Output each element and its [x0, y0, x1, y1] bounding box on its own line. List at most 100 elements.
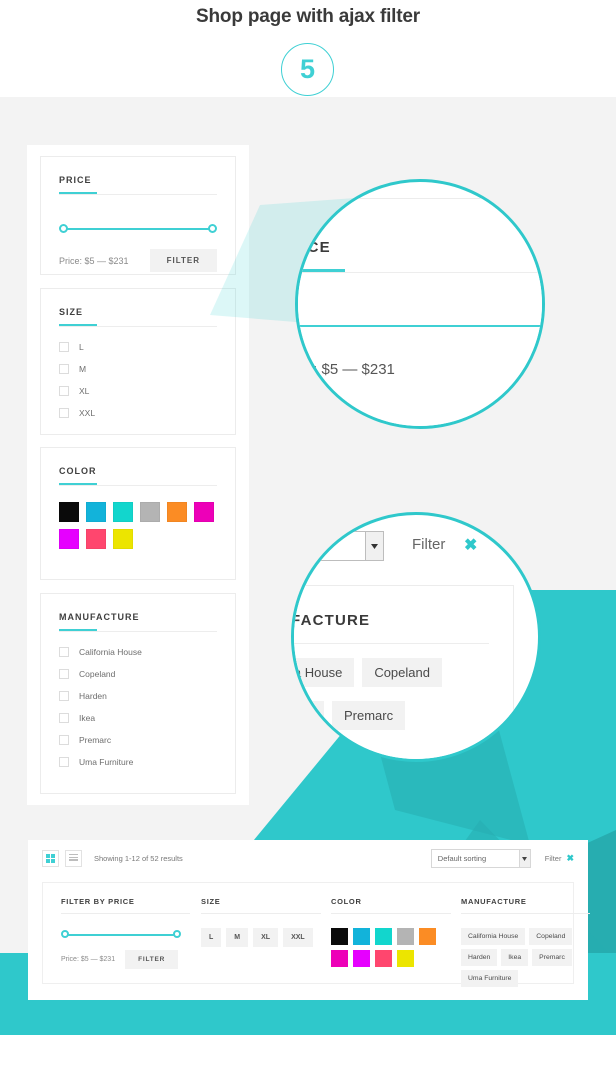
list-view-icon[interactable]	[65, 849, 82, 867]
filter-by-price-title: FILTER BY PRICE	[61, 897, 190, 914]
price-summary-row: Price: $5 — $231 FILTER	[61, 950, 201, 969]
size-option[interactable]: L	[59, 342, 217, 352]
color-swatch-grid	[59, 502, 219, 549]
manufacture-tag[interactable]: Harden	[461, 949, 498, 966]
shop-filter-bar: FILTER BY PRICE Price: $5 — $231 FILTER …	[42, 882, 590, 987]
magnified-filter-label: Filter	[412, 536, 446, 553]
manufacture-tag[interactable]: Ikea	[501, 949, 529, 966]
manufacture-tag[interactable]: ia House	[294, 658, 355, 687]
color-swatch-cyan-blue[interactable]	[353, 928, 370, 945]
size-pill[interactable]: XL	[253, 928, 279, 947]
color-swatch-gray[interactable]	[397, 928, 414, 945]
slider-handle-max[interactable]	[173, 930, 181, 938]
price-range-label: Price: $5 — $231	[59, 255, 129, 266]
color-swatch-pink-red[interactable]	[86, 529, 106, 549]
color-widget-title: COLOR	[59, 466, 217, 485]
price-filter-button[interactable]: FILTER	[125, 950, 179, 969]
slider-track	[298, 325, 542, 327]
color-swatch-yellow[interactable]	[397, 950, 414, 967]
size-option[interactable]: XL	[59, 386, 217, 396]
magnified-tag-row: ia House Copeland	[294, 658, 489, 687]
close-icon[interactable]: ✖	[566, 853, 574, 864]
chevron-down-icon[interactable]	[518, 850, 530, 867]
color-swatch-orange[interactable]	[419, 928, 436, 945]
sort-select-value: Default sorting	[437, 854, 487, 863]
magnified-tag-row: kea Premarc	[294, 701, 489, 730]
sidebar-widget-color: COLOR	[40, 447, 236, 580]
page-root: Shop page with ajax filter 5 PRICE Price…	[0, 0, 616, 1076]
filter-label: Filter	[544, 854, 562, 863]
title-divider	[59, 485, 217, 486]
manufacture-tag[interactable]: Uma Furniture	[461, 970, 519, 987]
manufacture-tag[interactable]: Copeland	[529, 928, 573, 945]
title-divider	[59, 631, 217, 632]
manufacture-tag-list: California House Copeland Harden Ikea Premar…	[461, 928, 595, 987]
checkbox-icon[interactable]	[59, 342, 69, 352]
filter-column-color: COLOR	[331, 897, 461, 969]
color-title: COLOR	[331, 897, 451, 914]
manufacture-tag[interactable]: kea	[294, 701, 324, 730]
manufacture-tag[interactable]: Premarc	[331, 701, 406, 730]
price-range-slider[interactable]	[61, 928, 181, 942]
manufacture-option[interactable]: Premarc	[59, 735, 217, 745]
manufacture-tag[interactable]: Premarc	[532, 949, 572, 966]
magnified-price-range-label: Price: $5 — $231	[297, 361, 395, 378]
color-swatch-black[interactable]	[331, 928, 348, 945]
color-swatch-grid	[331, 928, 443, 967]
color-swatch-orange[interactable]	[167, 502, 187, 522]
shop-toolbar: Showing 1-12 of 52 results Default sorti…	[28, 840, 588, 876]
manufacture-option-label: Copeland	[79, 669, 116, 679]
checkbox-icon[interactable]	[59, 713, 69, 723]
color-swatch-gray[interactable]	[140, 502, 160, 522]
filter-column-size: SIZE L M XL XXL	[201, 897, 331, 969]
magnified-price-card: PRICE Price: $5 — $231 F	[297, 198, 542, 426]
checkbox-icon[interactable]	[59, 669, 69, 679]
size-option[interactable]: M	[59, 364, 217, 374]
checkbox-icon[interactable]	[59, 647, 69, 657]
checkbox-icon[interactable]	[59, 757, 69, 767]
color-swatch-pink-red[interactable]	[375, 950, 392, 967]
manufacture-widget-title: MANUFACTURE	[59, 612, 217, 631]
manufacture-option[interactable]: Harden	[59, 691, 217, 701]
checkbox-icon[interactable]	[59, 691, 69, 701]
size-option-label: L	[79, 342, 84, 352]
manufacture-option[interactable]: Copeland	[59, 669, 217, 679]
magnified-price-slider[interactable]	[298, 309, 542, 349]
color-swatch-yellow[interactable]	[113, 529, 133, 549]
manufacture-tag[interactable]: Copeland	[362, 658, 442, 687]
magnified-sort-select[interactable]: ng	[294, 531, 384, 561]
checkbox-icon[interactable]	[59, 735, 69, 745]
color-swatch-magenta[interactable]	[194, 502, 214, 522]
sort-select[interactable]: Default sorting	[430, 849, 531, 868]
color-swatch-cyan-blue[interactable]	[86, 502, 106, 522]
color-swatch-purple[interactable]	[59, 529, 79, 549]
size-option[interactable]: XXL	[59, 408, 217, 418]
color-swatch-purple[interactable]	[353, 950, 370, 967]
size-pill[interactable]: XXL	[283, 928, 313, 947]
manufacture-tag[interactable]: California House	[461, 928, 526, 945]
grid-view-icon[interactable]	[42, 849, 59, 867]
manufacture-option[interactable]: California House	[59, 647, 217, 657]
checkbox-icon[interactable]	[59, 386, 69, 396]
manufacture-option-list: California House Copeland Harden Ikea Premar…	[59, 647, 217, 767]
size-option-label: M	[79, 364, 87, 374]
price-widget-title: PRICE	[59, 175, 217, 194]
checkbox-icon[interactable]	[59, 364, 69, 374]
color-swatch-turquoise[interactable]	[113, 502, 133, 522]
color-swatch-black[interactable]	[59, 502, 79, 522]
manufacture-option[interactable]: Uma Furniture	[59, 757, 217, 767]
step-number-badge: 5	[281, 43, 334, 96]
color-swatch-magenta[interactable]	[331, 950, 348, 967]
magnifier-price-callout: PRICE Price: $5 — $231 F	[295, 179, 545, 429]
slider-handle-min[interactable]	[59, 224, 68, 233]
size-pill[interactable]: L	[201, 928, 222, 947]
size-pill[interactable]: M	[226, 928, 249, 947]
slider-handle-min[interactable]	[61, 930, 69, 938]
checkbox-icon[interactable]	[59, 408, 69, 418]
filter-column-manufacture: MANUFACTURE California House Copeland Hard…	[461, 897, 601, 987]
chevron-down-icon[interactable]	[365, 532, 383, 560]
color-swatch-turquoise[interactable]	[375, 928, 392, 945]
close-icon[interactable]: ✖	[464, 535, 477, 555]
manufacture-option-label: Harden	[79, 691, 107, 701]
manufacture-option[interactable]: Ikea	[59, 713, 217, 723]
